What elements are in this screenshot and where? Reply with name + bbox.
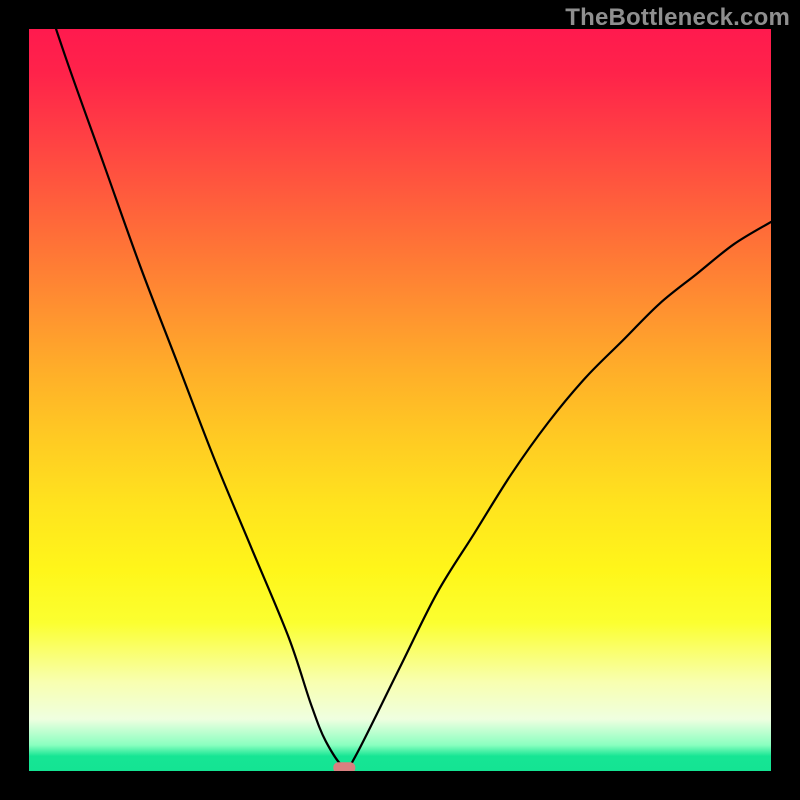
chart-frame: TheBottleneck.com	[0, 0, 800, 800]
bottleneck-curve	[29, 29, 771, 769]
watermark: TheBottleneck.com	[565, 4, 790, 32]
curve-layer	[29, 29, 771, 771]
plot-area	[29, 29, 771, 771]
minimum-marker	[333, 762, 355, 771]
